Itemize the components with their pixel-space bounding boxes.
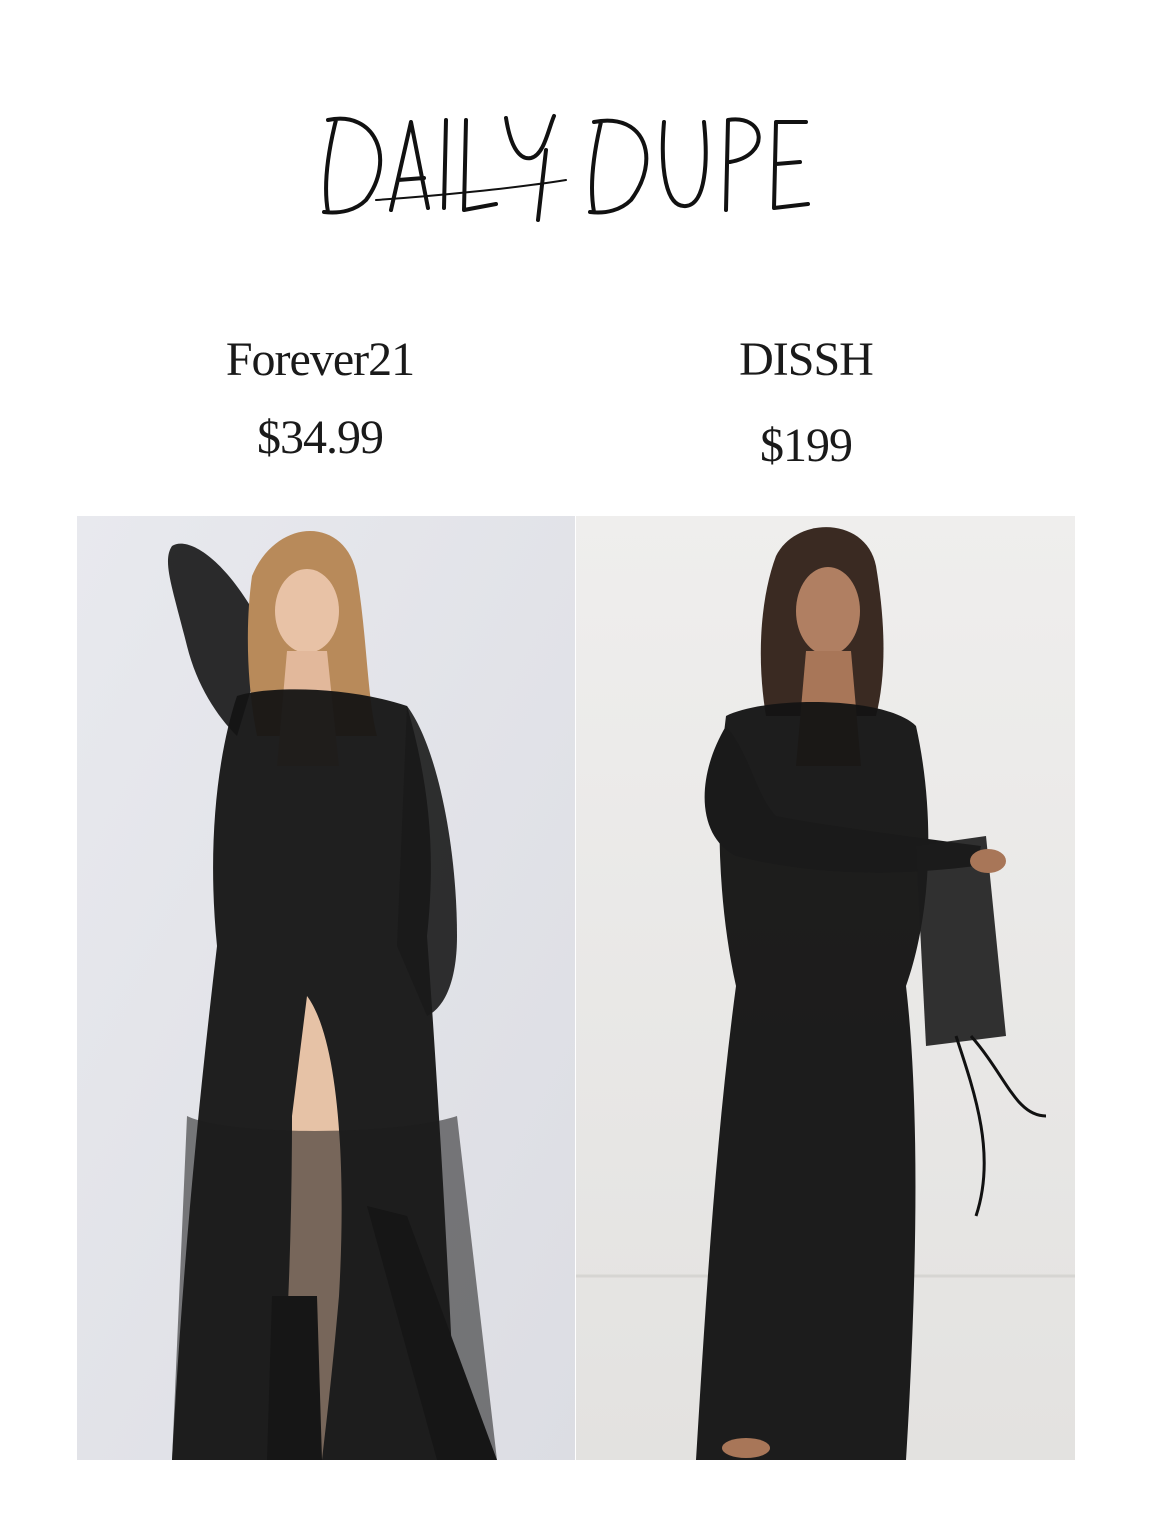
price: $199 [760,419,853,472]
brand-name: DISSH [739,333,874,386]
product-dissh: DISSH $199 [596,330,1016,476]
price: $34.99 [257,411,384,464]
daily-dupe-script-title [322,114,810,222]
page-title [0,100,1152,230]
forever21-dress-photo [77,516,575,1460]
brand-name: Forever21 [225,333,415,386]
product-forever21: Forever21 $34.99 [110,330,530,468]
dissh-dress-photo [576,516,1075,1460]
